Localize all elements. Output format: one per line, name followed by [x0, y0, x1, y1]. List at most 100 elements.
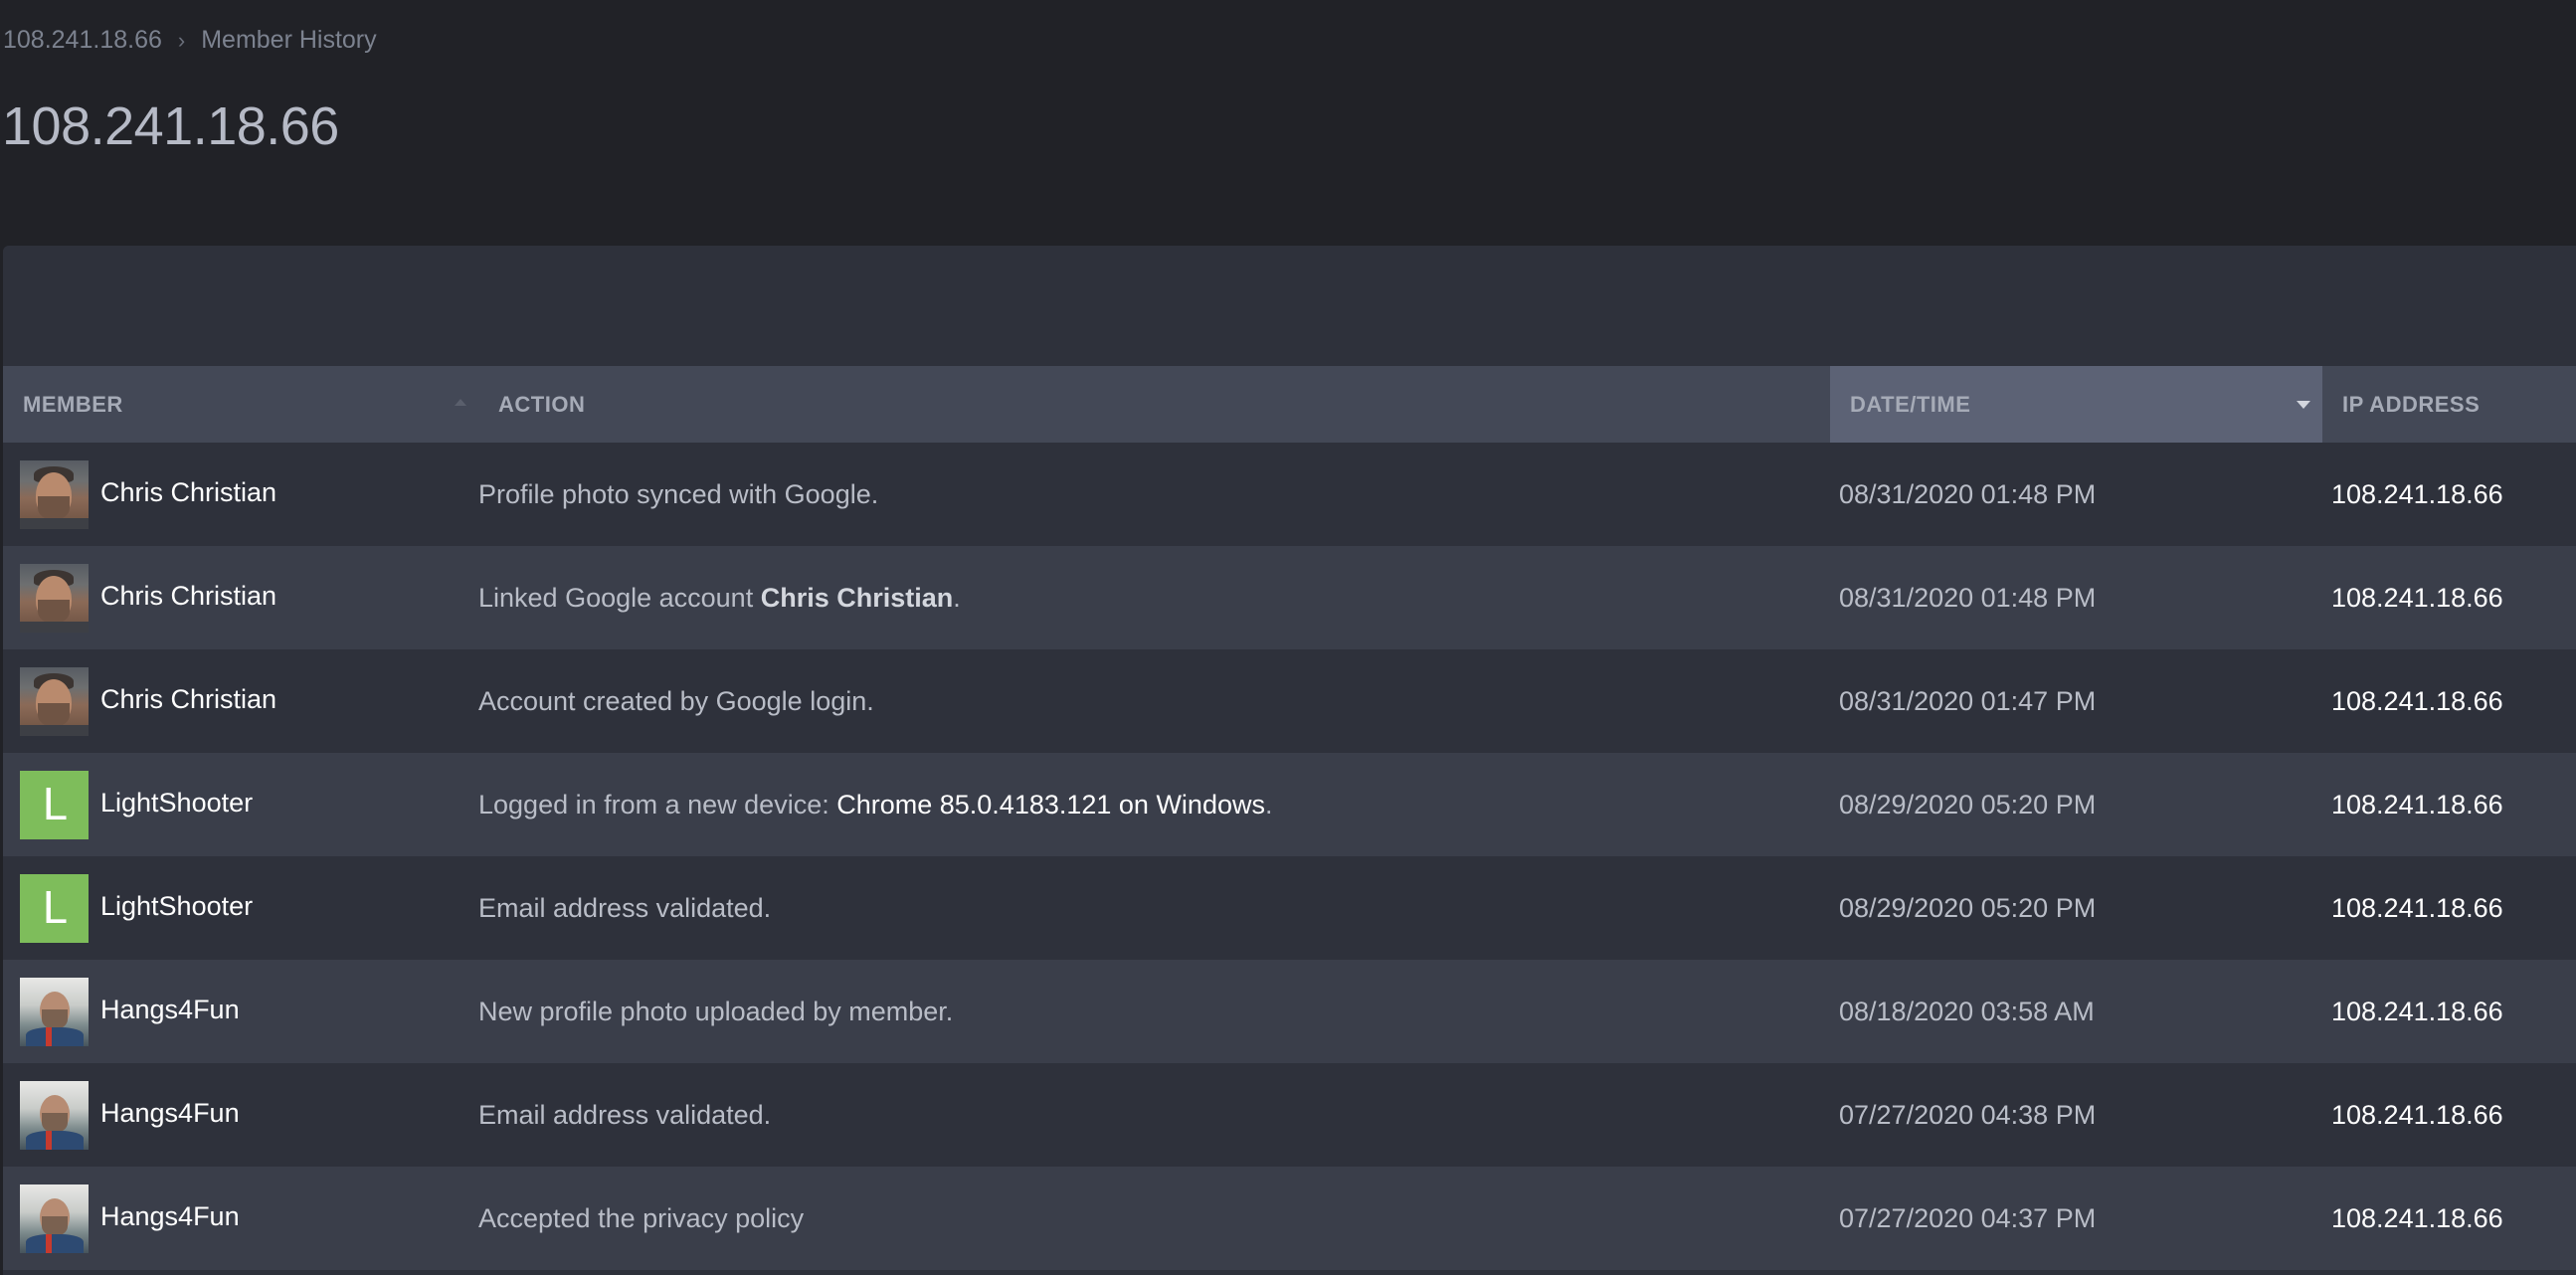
- avatar-photo[interactable]: [20, 666, 89, 736]
- action-cell: Account created by Google login.: [478, 686, 1826, 717]
- member-cell: L LightShooter: [3, 873, 478, 943]
- sort-ascending-icon: [455, 399, 466, 406]
- datetime-cell: 08/31/2020 01:48 PM: [1839, 582, 2097, 613]
- ip-address-cell: 108.241.18.66: [2331, 582, 2503, 613]
- action-cell: Logged in from a new device: Chrome 85.0…: [478, 790, 1826, 820]
- member-name-link[interactable]: Chris Christian: [100, 684, 276, 715]
- table-row[interactable]: Hangs4Fun New profile photo uploaded by …: [3, 960, 2576, 1063]
- member-cell: Chris Christian: [3, 666, 478, 736]
- sort-descending-icon: [2297, 401, 2310, 409]
- avatar-initial[interactable]: L: [20, 770, 89, 839]
- action-text: Profile photo synced with Google.: [478, 478, 879, 509]
- ip-address-cell: 108.241.18.66: [2331, 892, 2503, 923]
- table-row[interactable]: Chris Christian Profile photo synced wit…: [3, 443, 2576, 546]
- member-history-table-panel: MEMBER ACTION DATE/TIME IP ADDRESS Chris…: [3, 246, 2576, 1275]
- member-name-link[interactable]: Hangs4Fun: [100, 995, 240, 1025]
- avatar-photo-beard: [38, 495, 70, 520]
- column-header-ip-address-label: IP ADDRESS: [2342, 391, 2481, 417]
- column-header-member-label: MEMBER: [23, 391, 123, 417]
- column-header-ip-address[interactable]: IP ADDRESS: [2322, 366, 2576, 443]
- datetime-cell: 07/27/2020 04:38 PM: [1839, 1099, 2097, 1130]
- avatar-photo[interactable]: [20, 1184, 89, 1253]
- breadcrumb-item-ip[interactable]: 108.241.18.66: [3, 26, 162, 55]
- avatar-initial[interactable]: L: [20, 873, 89, 943]
- action-text: Logged in from a new device:: [478, 789, 837, 820]
- member-cell: Hangs4Fun: [3, 977, 478, 1046]
- table-body: Chris Christian Profile photo synced wit…: [3, 443, 2576, 1270]
- avatar-photo-strap: [46, 1130, 52, 1150]
- breadcrumb: 108.241.18.66 › Member History: [3, 26, 377, 55]
- table-row[interactable]: Hangs4Fun Accepted the privacy policy 07…: [3, 1167, 2576, 1270]
- breadcrumb-item-member-history[interactable]: Member History: [201, 26, 376, 55]
- member-cell: Chris Christian: [3, 563, 478, 633]
- table-row[interactable]: Hangs4Fun Email address validated. 07/27…: [3, 1063, 2576, 1167]
- table-row[interactable]: Chris Christian Linked Google account Ch…: [3, 546, 2576, 649]
- avatar-photo-beard: [42, 1112, 68, 1133]
- member-name-link[interactable]: LightShooter: [100, 891, 253, 922]
- member-cell: Hangs4Fun: [3, 1184, 478, 1253]
- table-row[interactable]: L LightShooter Logged in from a new devi…: [3, 753, 2576, 856]
- avatar-photo-shirt: [20, 724, 89, 736]
- avatar-photo-beard: [42, 1008, 68, 1029]
- member-name-link[interactable]: LightShooter: [100, 788, 253, 819]
- datetime-cell: 08/31/2020 01:48 PM: [1839, 478, 2097, 509]
- datetime-cell: 08/18/2020 03:58 AM: [1839, 996, 2095, 1026]
- ip-address-cell: 108.241.18.66: [2331, 789, 2503, 820]
- datetime-cell: 08/31/2020 01:47 PM: [1839, 685, 2097, 716]
- action-suffix: .: [1264, 789, 1273, 820]
- action-highlight: Chrome 85.0.4183.121 on Windows: [836, 789, 1265, 820]
- table-row[interactable]: L LightShooter Email address validated. …: [3, 856, 2576, 960]
- avatar-photo-beard: [38, 702, 70, 727]
- avatar-photo-strap: [46, 1026, 52, 1046]
- ip-address-cell: 108.241.18.66: [2331, 478, 2503, 509]
- action-cell: New profile photo uploaded by member.: [478, 997, 1826, 1027]
- avatar-photo-shirt: [26, 1026, 84, 1046]
- action-suffix: .: [953, 582, 961, 613]
- ip-address-cell: 108.241.18.66: [2331, 996, 2503, 1026]
- avatar-photo-beard: [42, 1215, 68, 1236]
- action-cell: Linked Google account Chris Christian.: [478, 583, 1826, 614]
- ip-address-cell: 108.241.18.66: [2331, 685, 2503, 716]
- action-cell: Email address validated.: [478, 893, 1826, 924]
- action-text: New profile photo uploaded by member.: [478, 996, 954, 1026]
- datetime-cell: 07/27/2020 04:37 PM: [1839, 1202, 2097, 1233]
- avatar-photo-shirt: [26, 1130, 84, 1150]
- member-cell: Chris Christian: [3, 459, 478, 529]
- ip-address-cell: 108.241.18.66: [2331, 1099, 2503, 1130]
- action-highlight: Chris Christian: [760, 582, 954, 613]
- member-name-link[interactable]: Chris Christian: [100, 477, 276, 508]
- avatar-photo-shirt: [20, 621, 89, 633]
- column-header-action[interactable]: ACTION: [478, 366, 1830, 443]
- avatar-photo-shirt: [26, 1233, 84, 1253]
- action-cell: Email address validated.: [478, 1100, 1826, 1131]
- avatar-photo[interactable]: [20, 977, 89, 1046]
- column-header-action-label: ACTION: [498, 391, 586, 417]
- breadcrumb-separator-icon: ›: [177, 27, 186, 53]
- action-text: Email address validated.: [478, 892, 772, 923]
- table-toolbar: [3, 246, 2576, 366]
- ip-address-cell: 108.241.18.66: [2331, 1202, 2503, 1233]
- avatar-photo-shirt: [20, 517, 89, 529]
- action-text: Account created by Google login.: [478, 685, 874, 716]
- column-header-member[interactable]: MEMBER: [3, 366, 478, 443]
- datetime-cell: 08/29/2020 05:20 PM: [1839, 789, 2097, 820]
- action-text: Email address validated.: [478, 1099, 772, 1130]
- column-header-datetime-label: DATE/TIME: [1850, 391, 1971, 417]
- page: 108.241.18.66 › Member History 108.241.1…: [0, 0, 2576, 1275]
- column-header-datetime[interactable]: DATE/TIME: [1830, 366, 2322, 443]
- member-name-link[interactable]: Hangs4Fun: [100, 1098, 240, 1129]
- member-name-link[interactable]: Hangs4Fun: [100, 1201, 240, 1232]
- action-cell: Accepted the privacy policy: [478, 1203, 1826, 1234]
- avatar-photo[interactable]: [20, 563, 89, 633]
- member-cell: L LightShooter: [3, 770, 478, 839]
- datetime-cell: 08/29/2020 05:20 PM: [1839, 892, 2097, 923]
- table-row[interactable]: Chris Christian Account created by Googl…: [3, 649, 2576, 753]
- avatar-photo[interactable]: [20, 1080, 89, 1150]
- member-name-link[interactable]: Chris Christian: [100, 581, 276, 612]
- avatar-photo-strap: [46, 1233, 52, 1253]
- member-cell: Hangs4Fun: [3, 1080, 478, 1150]
- avatar-photo-beard: [38, 599, 70, 624]
- avatar-photo[interactable]: [20, 459, 89, 529]
- action-text: Accepted the privacy policy: [478, 1202, 805, 1233]
- action-text: Linked Google account: [478, 582, 761, 613]
